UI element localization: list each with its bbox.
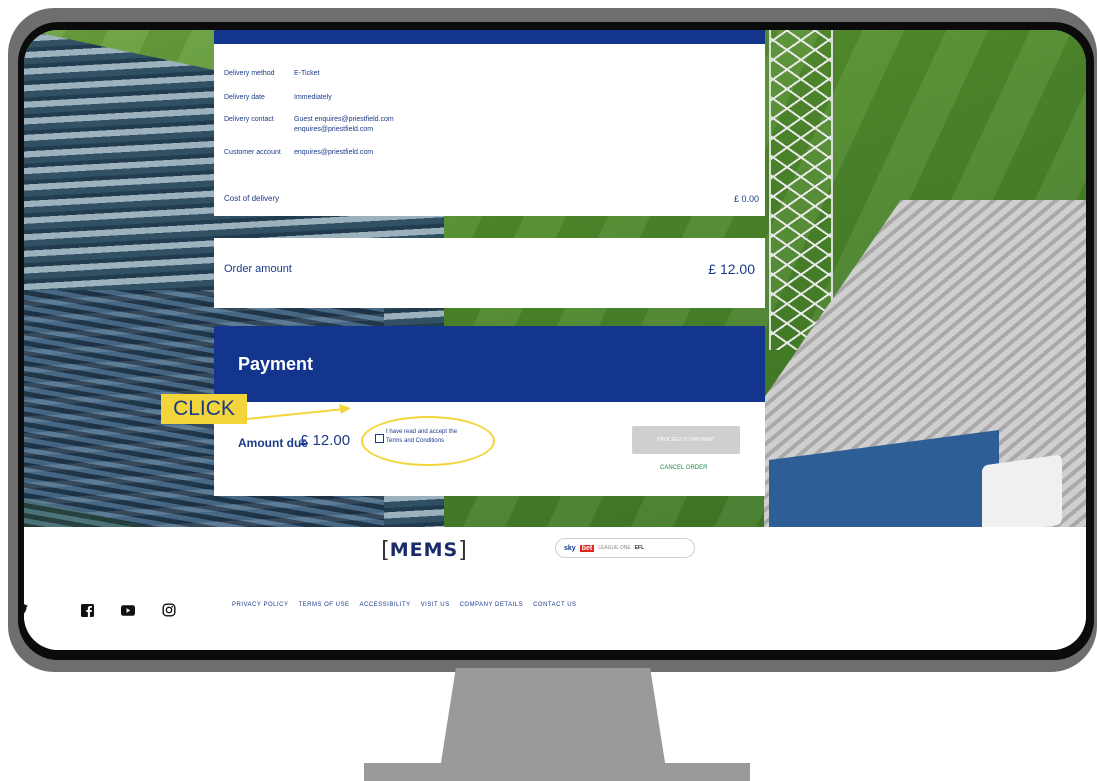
payment-title: Payment <box>238 354 314 374</box>
efl-logo-text: EFL <box>634 545 645 551</box>
mems-bracket-left: [ <box>381 537 390 563</box>
facebook-icon[interactable] <box>80 603 94 617</box>
customer-account-label: Customer account <box>224 149 281 156</box>
mems-sponsor-logo[interactable]: [ MEMS ] <box>376 534 472 566</box>
delivery-method-label: Delivery method <box>224 70 275 77</box>
delivery-date-value: Immediately <box>294 94 332 101</box>
mems-bracket-right: ] <box>458 537 467 563</box>
floodlight-tower <box>769 30 833 350</box>
terms-checkbox[interactable] <box>375 434 384 443</box>
footer-link-contact-us[interactable]: CONTACT US <box>533 602 576 608</box>
footer-link-terms-of-use[interactable]: TERMS OF USE <box>298 602 349 608</box>
order-amount-label: Order amount <box>224 263 292 275</box>
delivery-contact-value: Guest enquires@priestfield.com <box>294 116 394 123</box>
footer: [ MEMS ] sky bet LEAGUE ONE EFL PRIVACY … <box>24 527 1086 650</box>
sky-logo-text: sky <box>564 544 576 552</box>
youtube-icon[interactable] <box>121 603 135 617</box>
footer-link-company-details[interactable]: COMPANY DETAILS <box>460 602 524 608</box>
customer-account-value: enquires@priestfield.com <box>294 149 374 156</box>
click-annotation-arrow <box>247 404 351 420</box>
bet-logo-text: bet <box>579 544 595 552</box>
cost-of-delivery-label: Cost of delivery <box>224 194 280 203</box>
footer-link-privacy-policy[interactable]: PRIVACY POLICY <box>232 602 288 608</box>
delivery-date-label: Delivery date <box>224 94 265 101</box>
twitter-icon[interactable] <box>24 603 28 617</box>
amount-due-value: £ 12.00 <box>300 432 351 449</box>
proceed-to-payment-button[interactable]: PROCEED TO PAYMENT <box>632 426 740 454</box>
footer-link-visit-us[interactable]: VISIT US <box>421 602 450 608</box>
click-annotation-label: CLICK <box>161 394 247 424</box>
amount-due-label: Amount due <box>238 436 308 450</box>
delivery-contact-email: enquires@priestfield.com <box>294 126 374 133</box>
league-one-text: LEAGUE ONE <box>598 545 631 551</box>
mems-logo-text: MEMS <box>389 539 459 561</box>
footer-links: PRIVACY POLICY TERMS OF USE ACCESSIBILIT… <box>232 602 577 608</box>
payment-header: Payment <box>214 326 765 402</box>
van <box>982 454 1062 527</box>
order-amount-card: Order amount £ 12.00 <box>214 238 765 308</box>
delivery-details-card: Delivery method E-Ticket Delivery date I… <box>214 30 765 216</box>
delivery-contact-label: Delivery contact <box>224 116 274 123</box>
screen: Delivery method E-Ticket Delivery date I… <box>24 30 1086 650</box>
footer-link-accessibility[interactable]: ACCESSIBILITY <box>359 602 410 608</box>
league-one-sponsor-logo[interactable]: sky bet LEAGUE ONE EFL <box>555 538 695 558</box>
instagram-icon[interactable] <box>162 603 176 617</box>
cancel-order-link[interactable]: CANCEL ORDER <box>660 465 707 471</box>
cost-of-delivery-value: £ 0.00 <box>733 194 759 204</box>
terms-and-conditions-link[interactable]: Terms and Conditions <box>386 437 457 446</box>
monitor-stand-neck <box>440 668 666 769</box>
order-amount-value: £ 12.00 <box>708 261 755 277</box>
delivery-method-value: E-Ticket <box>294 70 320 77</box>
terms-text: I have read and accept the Terms and Con… <box>386 428 457 446</box>
monitor-stand-base <box>364 763 750 781</box>
terms-accept-text: I have read and accept the <box>386 429 458 435</box>
